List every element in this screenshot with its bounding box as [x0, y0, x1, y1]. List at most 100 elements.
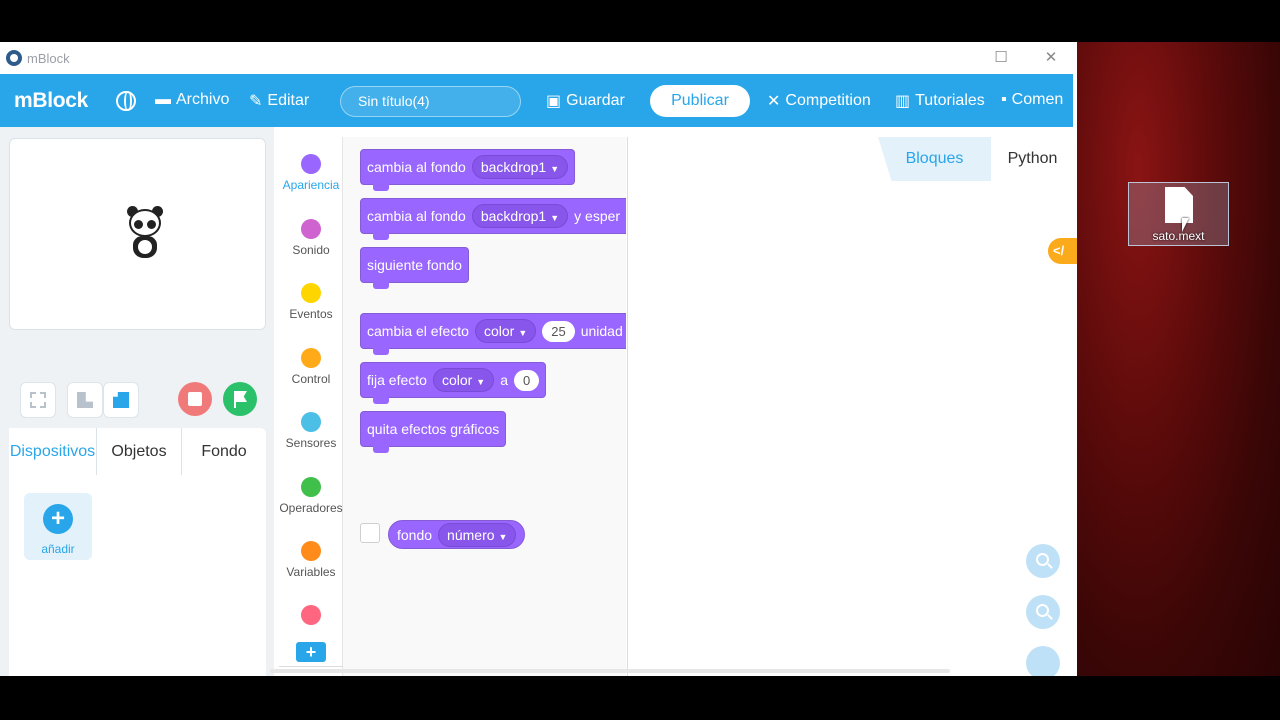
stage[interactable] — [9, 138, 266, 330]
small-stage-button[interactable] — [67, 382, 103, 418]
category-variables[interactable]: Variables — [279, 541, 343, 579]
zoom-reset-button[interactable] — [1026, 646, 1060, 676]
block-text: fija efecto — [367, 372, 427, 388]
category-label: Sensores — [285, 436, 337, 450]
block-text: cambia el efecto — [367, 323, 469, 339]
block-change-effect[interactable]: cambia el efecto color ▼ 25 unidad — [360, 313, 626, 355]
category-dot — [301, 605, 321, 625]
category-my-blocks[interactable] — [279, 605, 343, 629]
tab-devices[interactable]: Dispositivos — [9, 428, 96, 475]
reporter-backdrop-number[interactable]: fondo número ▼ — [388, 520, 526, 549]
category-dot — [301, 412, 321, 432]
block-text: siguiente fondo — [367, 257, 462, 273]
category-dot — [301, 283, 321, 303]
category-looks[interactable]: Apariencia — [279, 154, 343, 192]
code-view-toggle[interactable]: </ — [1048, 238, 1077, 264]
devices-panel: + añadir — [9, 475, 266, 676]
menu-file[interactable]: ▬ Archivo — [155, 91, 229, 109]
category-control[interactable]: Control — [279, 348, 343, 386]
category-dot — [301, 348, 321, 368]
screen: sato.mext mBlock ☐ ✕ mBlock ▬ Archivo ✎ … — [0, 0, 1280, 720]
category-dot — [301, 219, 321, 239]
panda-sprite[interactable] — [126, 206, 164, 261]
add-extension-button[interactable]: + — [296, 642, 326, 662]
effect-amount-input[interactable]: 25 — [542, 320, 575, 342]
tutorials-link[interactable]: ▥ Tutoriales — [895, 91, 985, 111]
close-button[interactable]: ✕ — [1040, 48, 1062, 68]
zoom-handle — [1047, 614, 1053, 620]
category-label: Control — [291, 372, 331, 386]
fullscreen-button[interactable] — [20, 382, 56, 418]
sprite-tabs: Dispositivos Objetos Fondo — [9, 428, 266, 476]
wrench-icon: ✎ — [249, 93, 263, 110]
large-stage-button[interactable] — [103, 382, 139, 418]
block-text: cambia al fondo — [367, 208, 466, 224]
dropdown-arrow-icon: ▼ — [550, 213, 560, 223]
project-name-input[interactable]: Sin título(4) — [340, 86, 521, 117]
tab-objects[interactable]: Objetos — [97, 428, 181, 475]
reporter-text: fondo — [397, 526, 433, 543]
category-dot — [301, 477, 321, 497]
menu-edit-label: Editar — [267, 92, 310, 109]
effect-value-input[interactable]: 0 — [514, 369, 540, 391]
brand-logo: mBlock — [14, 89, 89, 112]
competition-icon: ✕ — [767, 93, 781, 110]
block-switch-backdrop-and-wait[interactable]: cambia al fondo backdrop1 ▼ y esper — [360, 198, 626, 240]
block-clear-effects[interactable]: quita efectos gráficos — [360, 411, 507, 453]
code-mode-tabs: Bloques Python — [878, 137, 1074, 181]
block-set-effect[interactable]: fija efecto color ▼ a 0 — [360, 362, 547, 404]
number-name-dropdown[interactable]: número ▼ — [438, 522, 517, 547]
save-button[interactable]: ▣ Guardar — [546, 91, 625, 111]
book-icon: ▥ — [895, 93, 911, 110]
horizontal-scrollbar[interactable] — [270, 669, 950, 673]
category-dot — [301, 154, 321, 174]
language-globe-icon[interactable] — [116, 91, 136, 111]
mouse-cursor-icon — [1182, 218, 1189, 232]
stop-button[interactable] — [178, 382, 212, 416]
window-title: mBlock — [27, 51, 70, 66]
block-next-backdrop[interactable]: siguiente fondo — [360, 247, 469, 289]
backdrop-dropdown[interactable]: backdrop1 ▼ — [471, 204, 569, 228]
fullscreen-icon — [30, 392, 46, 408]
zoom-out-button[interactable] — [1026, 595, 1060, 629]
large-stage-icon — [113, 392, 129, 408]
category-label: Variables — [286, 565, 336, 579]
panda-belly — [138, 240, 152, 254]
backdrop-dropdown[interactable]: backdrop1 ▼ — [471, 155, 569, 179]
green-flag-button[interactable] — [223, 382, 257, 416]
tab-python[interactable]: Python — [991, 137, 1074, 181]
comments-label: Comen — [1011, 91, 1064, 108]
dropdown-value: color — [441, 372, 473, 388]
category-sensing[interactable]: Sensores — [279, 412, 343, 450]
block-text: a — [500, 372, 509, 388]
title-bar: mBlock ☐ ✕ — [0, 42, 1077, 74]
comments-link[interactable]: ▪ Comen — [1001, 91, 1063, 109]
category-sound[interactable]: Sonido — [279, 219, 343, 257]
category-events[interactable]: Eventos — [279, 283, 343, 321]
desktop-file-icon[interactable]: sato.mext — [1128, 182, 1229, 246]
folder-icon: ▬ — [155, 91, 171, 108]
category-dot — [301, 541, 321, 561]
maximize-button[interactable]: ☐ — [990, 48, 1012, 68]
add-device-button[interactable]: + añadir — [24, 493, 92, 560]
desktop-background — [1077, 42, 1280, 676]
mblock-window: mBlock ☐ ✕ mBlock ▬ Archivo ✎ Editar Sin… — [0, 42, 1077, 676]
tab-backdrop[interactable]: Fondo — [182, 428, 266, 475]
tutorials-label: Tutoriales — [915, 92, 985, 109]
competition-link[interactable]: ✕ Competition — [767, 91, 871, 111]
block-text: quita efectos gráficos — [367, 421, 500, 437]
zoom-in-button[interactable] — [1026, 544, 1060, 578]
menu-edit[interactable]: ✎ Editar — [249, 91, 309, 111]
effect-dropdown[interactable]: color ▼ — [432, 368, 495, 392]
effect-dropdown[interactable]: color ▼ — [474, 319, 537, 343]
flag-icon — [234, 391, 247, 402]
publish-button[interactable]: Publicar — [650, 85, 750, 117]
tab-blocks[interactable]: Bloques — [878, 137, 991, 181]
show-reporter-checkbox[interactable] — [360, 523, 380, 543]
code-workspace[interactable]: Bloques Python </ — [627, 137, 1077, 676]
category-label: Apariencia — [282, 178, 340, 192]
category-label: Eventos — [289, 307, 333, 321]
category-operators[interactable]: Operadores — [279, 477, 343, 515]
dropdown-value: color — [483, 323, 515, 339]
block-switch-backdrop[interactable]: cambia al fondo backdrop1 ▼ — [360, 149, 576, 191]
